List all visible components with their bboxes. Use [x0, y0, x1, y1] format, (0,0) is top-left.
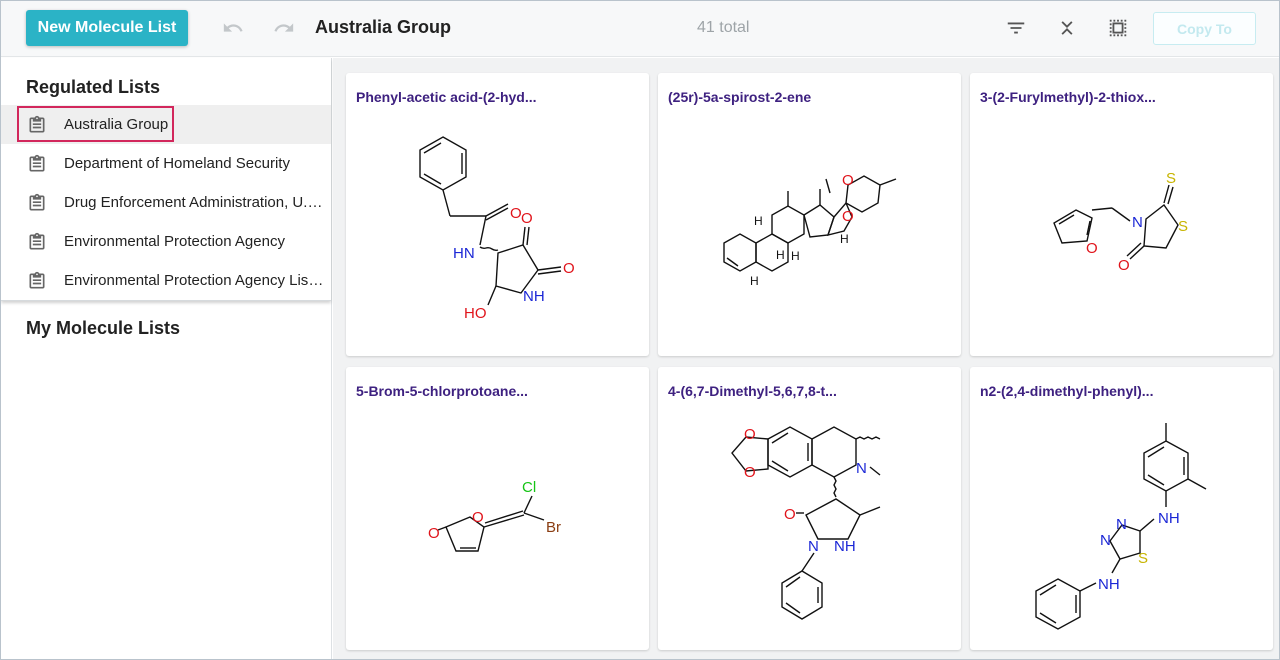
molecule-card[interactable]: n2-(2,4-dimethyl-phenyl)... NH N N S NH: [970, 367, 1273, 650]
molecule-structure: O O H H H H H: [723, 172, 897, 288]
svg-text:O: O: [784, 506, 796, 523]
redo-icon[interactable]: [271, 15, 297, 41]
clipboard-list-icon: [29, 115, 45, 133]
sidebar: Regulated Lists Australia Group Departme…: [1, 58, 332, 659]
svg-text:NH: NH: [1098, 576, 1120, 593]
clipboard-list-icon: [29, 154, 45, 172]
svg-text:HO: HO: [464, 305, 487, 322]
molecule-structure: O Cl Br O: [428, 479, 561, 552]
molecule-card[interactable]: (25r)-5a-spirost-2-ene O O H H H H H: [658, 73, 961, 356]
molecule-card[interactable]: 4-(6,7-Dimethyl-5,6,7,8-t... O O N O N N…: [658, 367, 961, 650]
svg-text:O: O: [563, 260, 575, 277]
molecule-structure: O N S S O: [1053, 170, 1188, 274]
molecule-grid: Phenyl-acetic acid-(2-hyd... O HN O O NH…: [333, 58, 1279, 659]
svg-text:HN: HN: [453, 245, 475, 262]
svg-text:NH: NH: [1158, 510, 1180, 527]
svg-text:O: O: [472, 509, 484, 526]
collapse-icon[interactable]: [1054, 15, 1080, 41]
sidebar-item-label: Drug Enforcement Administration, U.S...: [64, 194, 324, 211]
app-frame: New Molecule List Australia Group 41 tot…: [0, 0, 1280, 660]
sidebar-item-drug-enforcement[interactable]: Drug Enforcement Administration, U.S...: [1, 183, 331, 222]
clipboard-list-icon: [29, 193, 45, 211]
svg-text:O: O: [744, 426, 756, 443]
copy-to-button[interactable]: Copy To: [1153, 12, 1256, 45]
svg-text:H: H: [840, 232, 849, 246]
svg-text:N: N: [856, 460, 867, 477]
svg-text:N: N: [1100, 532, 1111, 549]
svg-text:O: O: [842, 208, 854, 225]
sidebar-item-label: Environmental Protection Agency List...: [64, 272, 324, 289]
molecule-card[interactable]: Phenyl-acetic acid-(2-hyd... O HN O O NH…: [346, 73, 649, 356]
svg-text:H: H: [791, 249, 800, 263]
select-all-icon[interactable]: [1105, 15, 1131, 41]
sidebar-item-homeland-security[interactable]: Department of Homeland Security: [1, 144, 331, 183]
svg-text:H: H: [750, 274, 759, 288]
filter-icon[interactable]: [1003, 15, 1029, 41]
svg-text:O: O: [521, 210, 533, 227]
toolbar: New Molecule List Australia Group 41 tot…: [1, 1, 1279, 57]
new-molecule-list-button[interactable]: New Molecule List: [26, 10, 188, 46]
page-title: Australia Group: [315, 17, 452, 37]
svg-text:O: O: [842, 172, 854, 189]
molecule-card[interactable]: 5-Brom-5-chlorprotoane... O Cl Br O: [346, 367, 649, 650]
svg-text:Cl: Cl: [522, 479, 536, 496]
molecule-structure: O O N O N NH: [731, 426, 881, 620]
svg-text:O: O: [510, 205, 522, 222]
clipboard-list-icon: [29, 232, 45, 250]
svg-text:O: O: [744, 464, 756, 481]
svg-text:N: N: [808, 538, 819, 555]
sidebar-item-epa[interactable]: Environmental Protection Agency: [1, 222, 331, 261]
svg-text:S: S: [1138, 550, 1148, 567]
sidebar-item-epa-list[interactable]: Environmental Protection Agency List...: [1, 261, 331, 300]
svg-text:N: N: [1116, 516, 1127, 533]
svg-text:O: O: [1086, 240, 1098, 257]
svg-text:H: H: [776, 248, 785, 262]
total-count: 41 total: [697, 19, 750, 36]
sidebar-item-australia-group[interactable]: Australia Group: [1, 105, 331, 144]
sidebar-item-label: Department of Homeland Security: [64, 155, 290, 172]
regulated-lists-heading: Regulated Lists: [26, 77, 161, 97]
sidebar-item-label: Environmental Protection Agency: [64, 233, 285, 250]
clipboard-list-icon: [29, 271, 45, 289]
svg-text:S: S: [1178, 218, 1188, 235]
svg-text:Br: Br: [546, 519, 561, 536]
molecule-card[interactable]: 3-(2-Furylmethyl)-2-thiox... O N S S O: [970, 73, 1273, 356]
regulated-lists-panel: Regulated Lists Australia Group Departme…: [1, 58, 331, 301]
molecule-structure: O HN O O NH HO: [419, 136, 575, 322]
svg-text:O: O: [428, 525, 440, 542]
svg-text:O: O: [1118, 257, 1130, 274]
svg-text:NH: NH: [834, 538, 856, 555]
svg-text:H: H: [754, 214, 763, 228]
undo-icon[interactable]: [220, 15, 246, 41]
svg-text:S: S: [1166, 170, 1176, 187]
svg-text:NH: NH: [523, 288, 545, 305]
svg-text:N: N: [1132, 214, 1143, 231]
sidebar-item-label: Australia Group: [64, 116, 169, 133]
my-molecule-lists-heading: My Molecule Lists: [26, 318, 181, 338]
molecule-structure: NH N N S NH: [1035, 423, 1207, 630]
